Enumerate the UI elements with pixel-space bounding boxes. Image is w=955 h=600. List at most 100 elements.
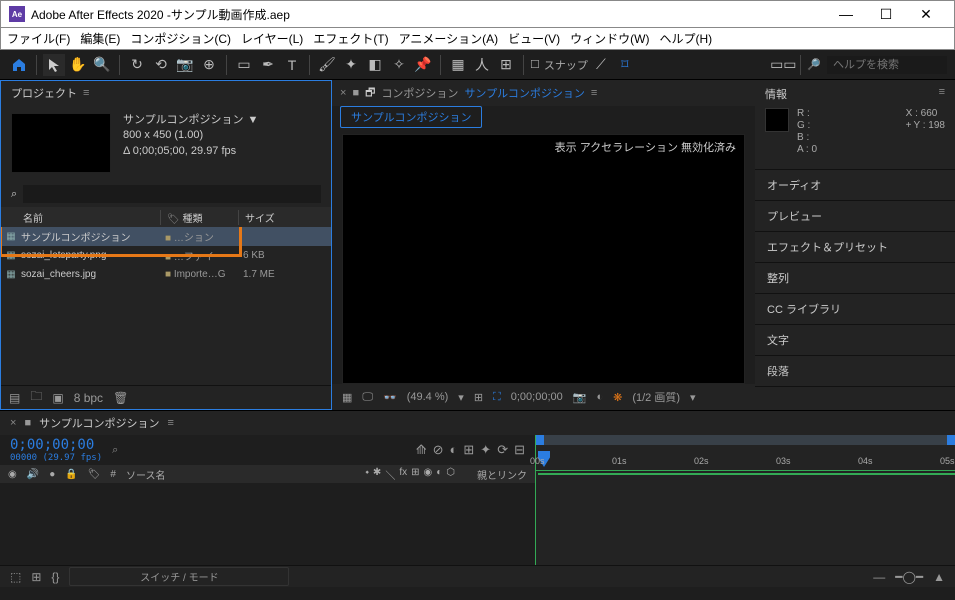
camera-tool[interactable]: 📷 <box>174 54 196 76</box>
grid-icon[interactable]: ⊞ <box>474 391 483 404</box>
zoom-slider[interactable]: ━◯━ <box>895 570 923 584</box>
trash-icon[interactable]: 🗑 <box>113 391 128 405</box>
zoom-in-icon[interactable]: ▲ <box>933 570 945 584</box>
col-name[interactable]: 名前 <box>1 210 161 225</box>
magnification-icon[interactable]: ▦ <box>342 391 352 404</box>
work-area-start[interactable] <box>536 435 544 445</box>
draft-3d-icon[interactable]: ✦ <box>480 442 491 458</box>
close-tab-icon[interactable]: × <box>10 417 16 429</box>
panel-menu-icon[interactable]: ≡ <box>939 86 945 102</box>
resolution-icon[interactable]: 🖵 <box>362 391 373 404</box>
visibility-icon[interactable]: ◉ <box>8 469 17 480</box>
menu-composition[interactable]: コンポジション(C) <box>130 30 231 47</box>
menu-layer[interactable]: レイヤー(L) <box>241 30 303 47</box>
channel-icon[interactable]: ◐ <box>596 391 603 403</box>
current-time[interactable]: 0;00;00;00 <box>511 391 563 403</box>
source-name-col[interactable]: ソース名 <box>126 467 166 482</box>
workspace-button[interactable]: ▭▭ <box>772 54 794 76</box>
menu-edit[interactable]: 編集(E) <box>80 30 120 47</box>
local-axis-icon[interactable]: ▦ <box>447 54 469 76</box>
graph-editor-icon[interactable]: ⊞ <box>463 442 474 458</box>
col-type[interactable]: 🏷 種類 <box>161 210 239 225</box>
orbit-tool[interactable]: ↻ <box>126 54 148 76</box>
rotation-tool[interactable]: ⟲ <box>150 54 172 76</box>
timeline-tracks[interactable] <box>536 471 955 565</box>
color-depth[interactable]: 8 bpc <box>74 391 103 405</box>
puppet-tool[interactable]: 📌 <box>412 54 434 76</box>
snap-option-icon[interactable]: ⟋ <box>590 54 612 76</box>
dropdown-icon[interactable]: ▾ <box>458 391 464 404</box>
view-axis-icon[interactable]: ⊞ <box>495 54 517 76</box>
composition-thumbnail[interactable] <box>11 113 111 173</box>
snap-toggle[interactable]: ☐スナップ <box>530 57 588 73</box>
search-icon[interactable]: ⌕ <box>112 444 118 457</box>
project-search-input[interactable] <box>23 185 321 203</box>
align-panel[interactable]: 整列 <box>755 263 955 294</box>
lock-icon[interactable]: ■ <box>24 417 31 429</box>
project-item[interactable]: ▦sozai_cheers.jpg■ Importe…G1.7 ME <box>1 265 331 284</box>
project-item[interactable]: ▦sozai_letsparty.png■ …ファイ6 KB <box>1 246 331 265</box>
menu-help[interactable]: ヘルプ(H) <box>660 30 713 47</box>
preview-panel[interactable]: プレビュー <box>755 201 955 232</box>
expand-icon[interactable]: ⊟ <box>514 442 525 458</box>
text-tool[interactable]: T <box>281 54 303 76</box>
brush-tool[interactable]: 🖌 <box>316 54 338 76</box>
work-area-end[interactable] <box>947 435 955 445</box>
switches-modes-toggle[interactable]: スイッチ / モード <box>69 567 289 586</box>
current-timecode[interactable]: 0;00;00;00 <box>10 437 102 453</box>
home-button[interactable] <box>8 54 30 76</box>
toggle-switches-icon[interactable]: ⬚ <box>10 570 21 584</box>
dropdown-icon[interactable]: ▼ <box>247 113 258 128</box>
snap-edge-icon[interactable]: ⌑ <box>614 54 636 76</box>
eraser-tool[interactable]: ◧ <box>364 54 386 76</box>
dropdown-icon[interactable]: ▾ <box>690 391 696 404</box>
clone-tool[interactable]: ✦ <box>340 54 362 76</box>
mask-icon[interactable]: 👓 <box>383 391 397 404</box>
toggle-modes-icon[interactable]: ⊞ <box>31 570 41 584</box>
zoom-out-icon[interactable]: — <box>873 570 885 584</box>
time-ruler[interactable]: 00s01s02s03s04s05s <box>536 435 955 471</box>
audio-panel[interactable]: オーディオ <box>755 170 955 201</box>
new-comp-icon[interactable]: ▣ <box>52 391 63 405</box>
frame-blend-icon[interactable]: ⊘ <box>433 442 444 458</box>
timeline-tab[interactable]: サンプルコンポジション <box>39 415 159 431</box>
render-icon[interactable]: ⟳ <box>497 442 508 458</box>
world-axis-icon[interactable]: 人 <box>471 54 493 76</box>
zoom-tool[interactable]: 🔍 <box>91 54 113 76</box>
rectangle-tool[interactable]: ▭ <box>233 54 255 76</box>
project-item[interactable]: ▦サンプルコンポジション■ …ション <box>1 227 331 246</box>
pen-tool[interactable]: ✒ <box>257 54 279 76</box>
menu-view[interactable]: ビュー(V) <box>508 30 560 47</box>
menu-file[interactable]: ファイル(F) <box>7 30 70 47</box>
character-panel[interactable]: 文字 <box>755 325 955 356</box>
label-icon[interactable]: 🏷 <box>88 469 101 480</box>
interpret-footage-icon[interactable]: ▤ <box>9 391 20 405</box>
selection-tool[interactable] <box>43 54 65 76</box>
close-button[interactable]: ✕ <box>906 6 946 23</box>
snapshot-icon[interactable]: 📷 <box>573 391 587 404</box>
new-folder-icon[interactable]: 🗀 <box>30 387 42 408</box>
help-search-input[interactable] <box>827 56 947 74</box>
safe-zone-icon[interactable]: ⛶ <box>493 391 501 404</box>
color-mgmt-icon[interactable]: ❋ <box>613 391 622 404</box>
hand-tool[interactable]: ✋ <box>67 54 89 76</box>
zoom-level[interactable]: (49.4 %) <box>407 391 449 403</box>
parent-link-col[interactable]: 親とリンク <box>477 467 527 482</box>
minimize-button[interactable]: — <box>826 6 866 22</box>
lock-icon[interactable]: ■ <box>352 87 359 99</box>
composition-tab[interactable]: サンプルコンポジション <box>340 106 482 128</box>
shy-icon[interactable]: ⟰ <box>416 442 427 458</box>
composition-viewer[interactable]: 表示 アクセラレーション 無効化済み <box>342 134 745 384</box>
panel-menu-icon[interactable]: ≡ <box>83 87 89 99</box>
toggle-brackets-icon[interactable]: {} <box>51 570 59 584</box>
menu-effect[interactable]: エフェクト(T) <box>313 30 388 47</box>
solo-icon[interactable]: ● <box>49 469 55 480</box>
timeline-layers[interactable] <box>0 483 535 565</box>
effects-panel[interactable]: エフェクト＆プリセット <box>755 232 955 263</box>
roto-tool[interactable]: ✧ <box>388 54 410 76</box>
panel-menu-icon[interactable]: ≡ <box>591 87 597 99</box>
maximize-button[interactable]: ☐ <box>866 6 906 23</box>
menu-animation[interactable]: アニメーション(A) <box>399 30 499 47</box>
menu-window[interactable]: ウィンドウ(W) <box>570 30 649 47</box>
panel-menu-icon[interactable]: ≡ <box>168 417 174 429</box>
